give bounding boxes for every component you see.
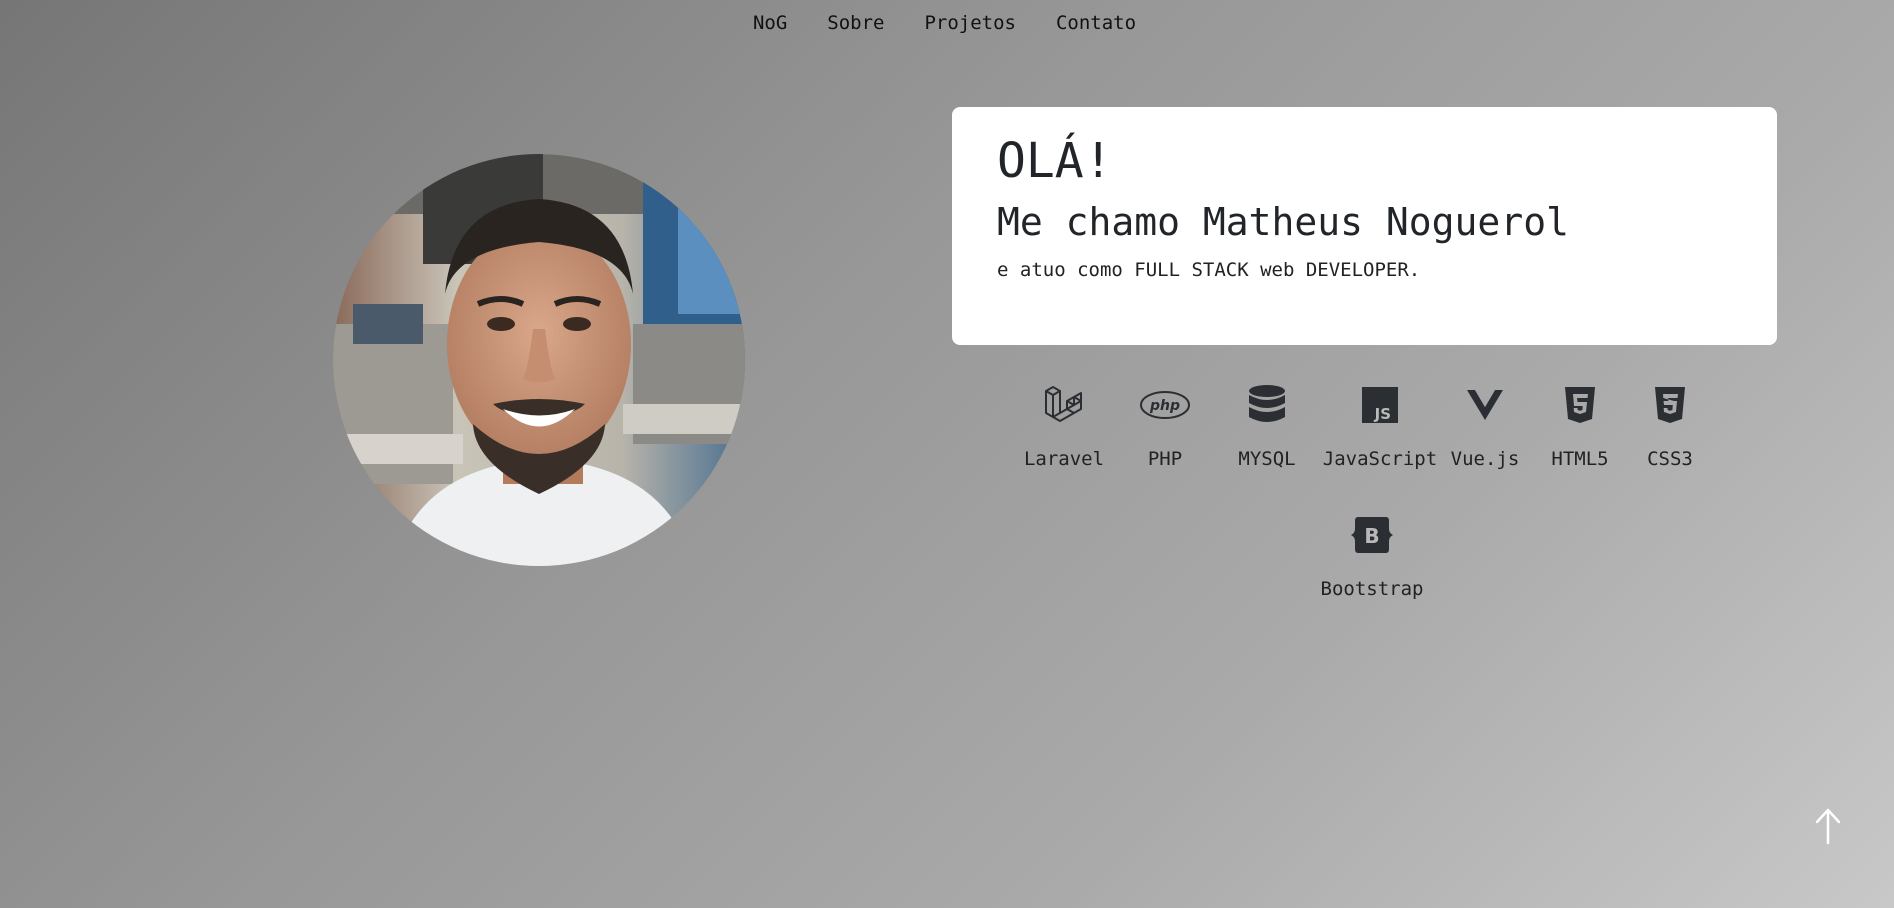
html5-icon — [1565, 387, 1595, 423]
skill-label: JavaScript — [1322, 448, 1438, 470]
php-icon: php — [1140, 391, 1190, 419]
greeting-heading: OLÁ! — [997, 133, 1113, 189]
arrow-up-icon — [1815, 808, 1841, 845]
profile-photo — [333, 154, 745, 566]
skill-css3: CSS3 — [1632, 380, 1708, 470]
nav-link-projetos[interactable]: Projetos — [904, 0, 1036, 46]
top-nav: NoG Sobre Projetos Contato — [0, 0, 1894, 46]
nav-link-sobre[interactable]: Sobre — [807, 0, 904, 46]
skill-label: Vue.js — [1450, 448, 1520, 470]
skill-mysql: MYSQL — [1222, 380, 1312, 470]
javascript-icon: JS — [1362, 387, 1398, 423]
skill-laravel: Laravel — [1010, 380, 1118, 470]
skill-javascript: JS JavaScript — [1320, 380, 1440, 470]
skill-label: MYSQL — [1238, 448, 1296, 470]
profile-photo-illustration — [333, 154, 745, 566]
skill-label: HTML5 — [1551, 448, 1609, 470]
skill-vue: Vue.js — [1445, 380, 1525, 470]
nav-links: NoG Sobre Projetos Contato — [733, 0, 1156, 46]
name-heading: Me chamo Matheus Noguerol — [997, 199, 1569, 244]
skill-label: Bootstrap — [1320, 578, 1424, 600]
skill-php: php PHP — [1121, 380, 1209, 470]
svg-text:JS: JS — [1374, 405, 1391, 423]
svg-text:B: B — [1364, 524, 1379, 548]
skill-bootstrap: B Bootstrap — [1310, 510, 1434, 600]
laravel-icon — [1045, 386, 1082, 422]
nav-link-contato[interactable]: Contato — [1036, 0, 1156, 46]
css3-icon — [1655, 387, 1685, 423]
svg-text:php: php — [1149, 398, 1180, 414]
skill-label: CSS3 — [1647, 448, 1693, 470]
skill-html5: HTML5 — [1542, 380, 1618, 470]
bootstrap-icon: B — [1351, 517, 1393, 553]
intro-card: OLÁ! Me chamo Matheus Noguerol e atuo co… — [952, 107, 1777, 345]
role-text: e atuo como FULL STACK web DEVELOPER. — [997, 259, 1421, 282]
back-to-top-button[interactable] — [1810, 806, 1846, 846]
nav-link-nog[interactable]: NoG — [733, 0, 807, 46]
skill-label: PHP — [1147, 448, 1183, 470]
vue-icon — [1467, 390, 1503, 420]
database-icon — [1249, 385, 1285, 422]
skill-label: Laravel — [1023, 448, 1105, 470]
